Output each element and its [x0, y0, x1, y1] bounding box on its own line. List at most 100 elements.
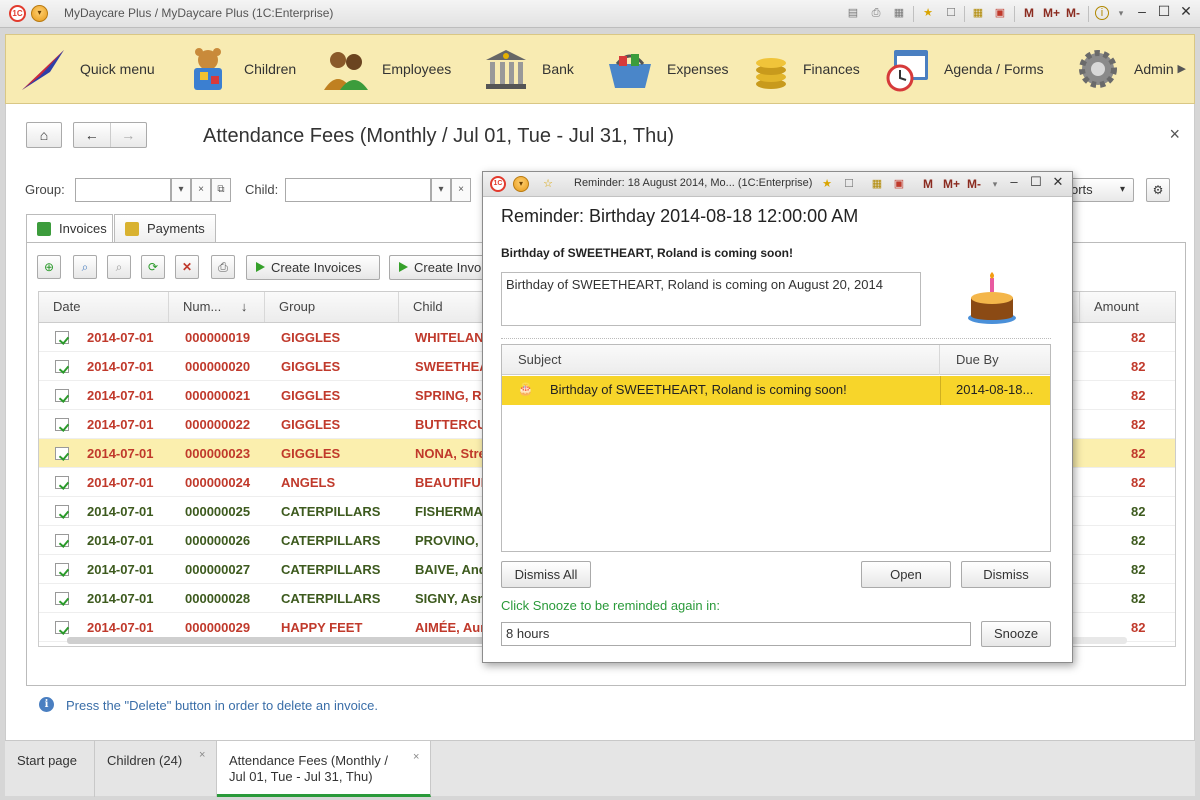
section-children[interactable]: Children [184, 35, 296, 103]
cancel-search-button[interactable]: ⌕ [107, 255, 131, 279]
play-icon [256, 262, 265, 272]
reminders-table[interactable]: Subject Due By 🎂 Birthday of SWEETHEART,… [501, 344, 1051, 552]
group-dropdown-icon[interactable]: ▾ [171, 178, 191, 202]
print-button[interactable]: ⎙ [211, 255, 235, 279]
tab-invoices[interactable]: Invoices [26, 214, 113, 245]
home-button[interactable]: ⌂ [26, 122, 62, 148]
section-quick-menu[interactable]: Quick menu [20, 35, 155, 103]
cell-number: 000000019 [185, 330, 251, 345]
open-button[interactable]: Open [861, 561, 951, 588]
child-clear-icon[interactable]: × [451, 178, 471, 202]
add-button[interactable]: ⊕ [37, 255, 61, 279]
section-admin[interactable]: Admin [1076, 35, 1174, 103]
window-tab-attendance-fees[interactable]: Attendance Fees (Monthly / Jul 01, Tue -… [217, 741, 431, 797]
column-number[interactable]: Num... ↓ [169, 292, 265, 322]
cell-date: 2014-07-01 [87, 330, 154, 345]
dropdown-icon[interactable]: ▾ [987, 176, 1003, 192]
column-due-by[interactable]: Due By [940, 345, 1050, 375]
minimize-icon[interactable]: – [1005, 174, 1023, 189]
tab-close-icon[interactable]: × [413, 749, 419, 765]
reports-dropdown-icon: ▾ [1119, 184, 1125, 195]
1c-logo-icon[interactable]: 1C [9, 5, 26, 22]
calculator-icon[interactable]: ▦ [869, 176, 885, 192]
save-icon[interactable]: ▤ [845, 5, 861, 21]
create-invoices-button[interactable]: Create Invoices [246, 255, 380, 280]
cell-date: 2014-07-01 [87, 446, 154, 461]
cell-number: 000000022 [185, 417, 251, 432]
section-finances[interactable]: Finances [753, 35, 860, 103]
memory-plus-button[interactable]: M+ [943, 177, 960, 191]
calendar-icon[interactable]: ▣ [891, 176, 907, 192]
calculator-icon[interactable]: ▦ [970, 5, 986, 21]
memory-m-button[interactable]: M [1024, 6, 1034, 20]
favorite-star-icon[interactable]: ☆ [540, 176, 556, 192]
cell-amount: 82 [1131, 417, 1146, 432]
teddy-bear-icon [184, 46, 232, 92]
column-date[interactable]: Date [39, 292, 169, 322]
memory-m-button[interactable]: M [923, 177, 933, 191]
refresh-button[interactable]: ⟳ [141, 255, 165, 279]
history-icon[interactable]: ☐ [841, 176, 857, 192]
cell-child: BAIVE, Andr [415, 562, 487, 577]
reminder-description[interactable]: Birthday of SWEETHEART, Roland is coming… [501, 272, 921, 326]
dialog-menu-icon[interactable]: ▾ [513, 176, 529, 192]
preview-icon[interactable]: ▦ [891, 5, 907, 21]
window-tab-children[interactable]: Children (24) × [95, 741, 217, 797]
reminder-row[interactable]: 🎂 Birthday of SWEETHEART, Roland is comi… [502, 376, 1050, 405]
child-label: Child: [245, 182, 279, 197]
close-icon[interactable]: ✕ [1177, 3, 1195, 20]
cell-amount: 82 [1131, 642, 1161, 646]
child-dropdown-icon[interactable]: ▾ [431, 178, 451, 202]
create-invoice-button[interactable]: Create Invoic [389, 255, 485, 280]
payment-icon [125, 222, 139, 236]
section-agenda-forms[interactable]: Agenda / Forms [884, 35, 1044, 103]
search-button[interactable]: ⌕ [73, 255, 97, 279]
snooze-duration-field[interactable]: 8 hours [501, 622, 971, 646]
tab-payments[interactable]: Payments [114, 214, 216, 244]
close-icon[interactable]: ✕ [1049, 174, 1067, 190]
1c-logo-icon[interactable]: 1C [490, 176, 506, 192]
tab-close-icon[interactable]: × [199, 749, 205, 761]
favorites-icon[interactable]: ★ [819, 176, 835, 192]
dismiss-button[interactable]: Dismiss [961, 561, 1051, 588]
calendar-icon[interactable]: ▣ [992, 5, 1008, 21]
print-icon[interactable]: ⎙ [868, 5, 884, 21]
group-open-icon[interactable]: ⧉ [211, 178, 231, 202]
section-bank[interactable]: Bank [482, 35, 574, 103]
snooze-button[interactable]: Snooze [981, 621, 1051, 647]
favorites-icon[interactable]: ★ [920, 5, 936, 21]
delete-button[interactable]: ✕ [175, 255, 199, 279]
group-input[interactable] [75, 178, 171, 202]
help-icon[interactable]: i [1095, 6, 1109, 20]
help-dropdown-icon[interactable]: ▾ [1113, 5, 1129, 21]
dismiss-all-button[interactable]: Dismiss All [501, 561, 591, 588]
cell-child: PROVINO, A [415, 533, 487, 548]
maximize-icon[interactable]: ☐ [1027, 174, 1045, 190]
memory-minus-button[interactable]: M- [967, 177, 981, 191]
group-clear-icon[interactable]: × [191, 178, 211, 202]
window-tab-start-page[interactable]: Start page [5, 741, 95, 797]
delete-icon: ✕ [181, 260, 193, 274]
forward-arrow-icon[interactable]: → [111, 123, 147, 147]
cake-small-icon: 🎂 [518, 382, 533, 396]
column-subject[interactable]: Subject [502, 345, 940, 375]
column-amount[interactable]: Amount [1079, 292, 1163, 322]
cell-date: 2014-07-01 [87, 533, 154, 548]
memory-minus-button[interactable]: M- [1066, 6, 1080, 20]
posted-document-icon [55, 389, 69, 402]
section-expenses[interactable]: Expenses [605, 35, 728, 103]
sections-scroll-right-icon[interactable]: ▶ [1173, 62, 1186, 75]
column-group[interactable]: Group [265, 292, 399, 322]
history-icon[interactable]: ☐ [943, 5, 959, 21]
memory-plus-button[interactable]: M+ [1043, 6, 1060, 20]
child-input[interactable] [285, 178, 431, 202]
section-employees[interactable]: Employees [322, 35, 451, 103]
maximize-icon[interactable]: ☐ [1155, 3, 1173, 20]
main-menu-icon[interactable]: ▾ [31, 5, 48, 22]
form-close-icon[interactable]: × [1169, 124, 1180, 145]
minimize-icon[interactable]: – [1133, 3, 1151, 19]
back-arrow-icon[interactable]: ← [74, 123, 111, 147]
settings-button[interactable]: ⚙ [1146, 178, 1170, 202]
cell-group: ANGELS [281, 475, 336, 490]
settings-icon: ⚙ [1152, 183, 1164, 197]
